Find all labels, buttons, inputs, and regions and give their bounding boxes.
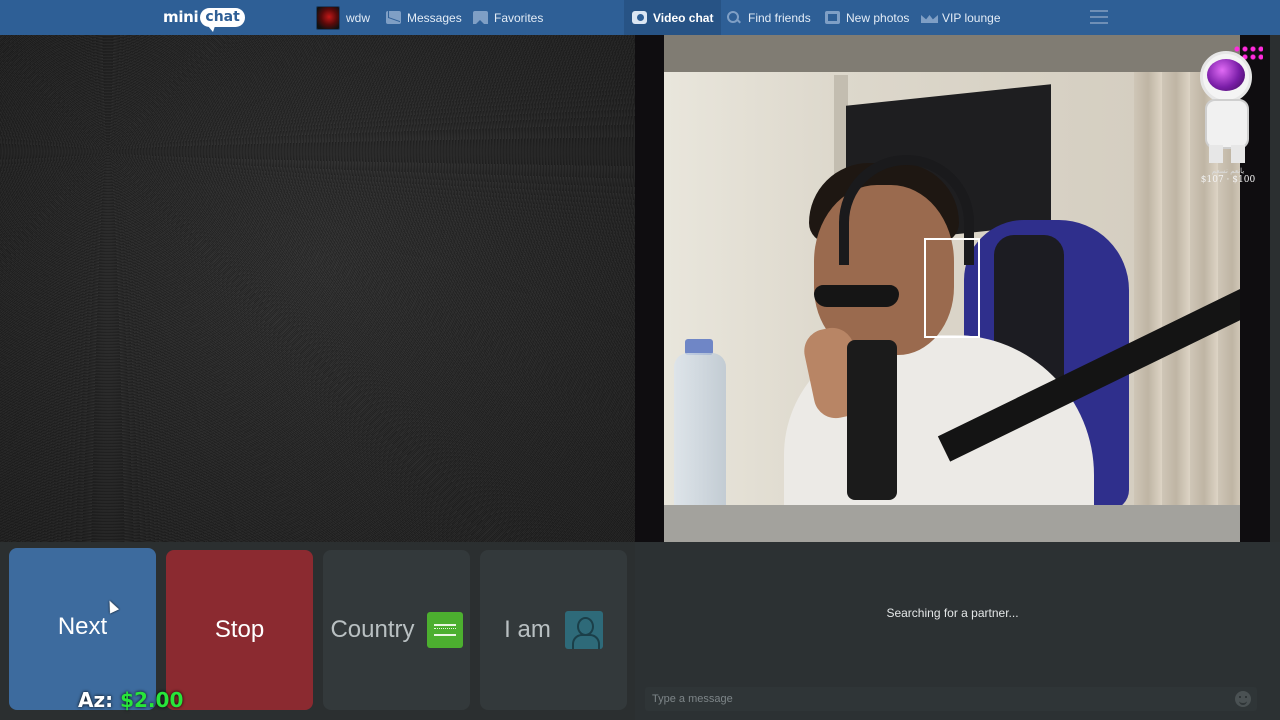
next-button-label: Next	[57, 613, 108, 640]
astronaut-overlay-image: يانعم نسعم $107 · $100	[1193, 45, 1263, 185]
next-button[interactable]: Next	[9, 548, 156, 710]
nav-favorites[interactable]: Favorites	[473, 0, 543, 35]
nav-find-friends-label: Find friends	[748, 10, 811, 25]
nav-video-chat-label: Video chat	[653, 10, 714, 25]
country-label: Country	[330, 616, 415, 643]
gender-selector[interactable]: I am	[480, 550, 627, 710]
nav-user-profile[interactable]: wdw	[316, 0, 370, 35]
logo-text-chat: chat	[200, 7, 245, 32]
country-selector[interactable]: Country	[323, 550, 470, 710]
nav-messages[interactable]: Messages	[386, 0, 462, 35]
stop-button-label: Stop	[214, 616, 265, 643]
search-icon	[727, 11, 742, 24]
person-icon	[564, 611, 603, 649]
nav-video-chat[interactable]: Video chat	[624, 0, 722, 35]
search-status-text: Searching for a partner...	[886, 606, 1019, 620]
nav-new-photos-label: New photos	[846, 10, 910, 25]
minichat-logo[interactable]: mini chat	[163, 6, 245, 32]
astronaut-caption-top: يانعم نسعم	[1211, 167, 1245, 175]
nav-new-photos[interactable]: New photos	[825, 0, 909, 35]
nav-favorites-label: Favorites	[494, 10, 544, 25]
astronaut-caption-values: $107 · $100	[1200, 175, 1256, 186]
crown-icon	[921, 11, 936, 24]
nav-vip-lounge[interactable]: VIP lounge	[921, 0, 1001, 35]
own-camera-video	[0, 35, 635, 542]
nav-user-name: wdw	[346, 10, 371, 25]
iam-label: I am	[504, 616, 551, 643]
message-input-container	[645, 687, 1257, 711]
balance-overlay: Az: $2.00	[78, 688, 183, 712]
partner-video-frame	[664, 35, 1240, 542]
astronaut-caption: يانعم نسعم $107 · $100	[1193, 167, 1263, 186]
partner-video-area: يانعم نسعم $107 · $100	[635, 35, 1270, 542]
top-navigation: mini chat wdw Messages Favorites Video c…	[0, 0, 1280, 35]
photo-icon	[825, 11, 840, 24]
face-detection-box	[924, 238, 980, 338]
message-input[interactable]	[645, 687, 1235, 711]
nav-vip-lounge-label: VIP lounge	[942, 10, 1001, 25]
smiley-icon[interactable]	[1235, 691, 1251, 707]
balance-label: Az:	[78, 688, 114, 712]
chat-panel: Searching for a partner...	[635, 542, 1280, 720]
saudi-flag-icon	[426, 612, 463, 648]
bookmark-icon	[473, 11, 488, 24]
stop-button[interactable]: Stop	[166, 550, 313, 710]
logo-text-mini: mini	[163, 8, 199, 26]
nav-messages-label: Messages	[407, 10, 462, 25]
nav-find-friends[interactable]: Find friends	[727, 0, 811, 35]
hamburger-menu-icon[interactable]	[1090, 10, 1108, 24]
envelope-icon	[386, 11, 401, 24]
video-camera-icon	[632, 11, 647, 24]
balance-amount: $2.00	[120, 688, 184, 712]
user-avatar	[316, 5, 340, 30]
